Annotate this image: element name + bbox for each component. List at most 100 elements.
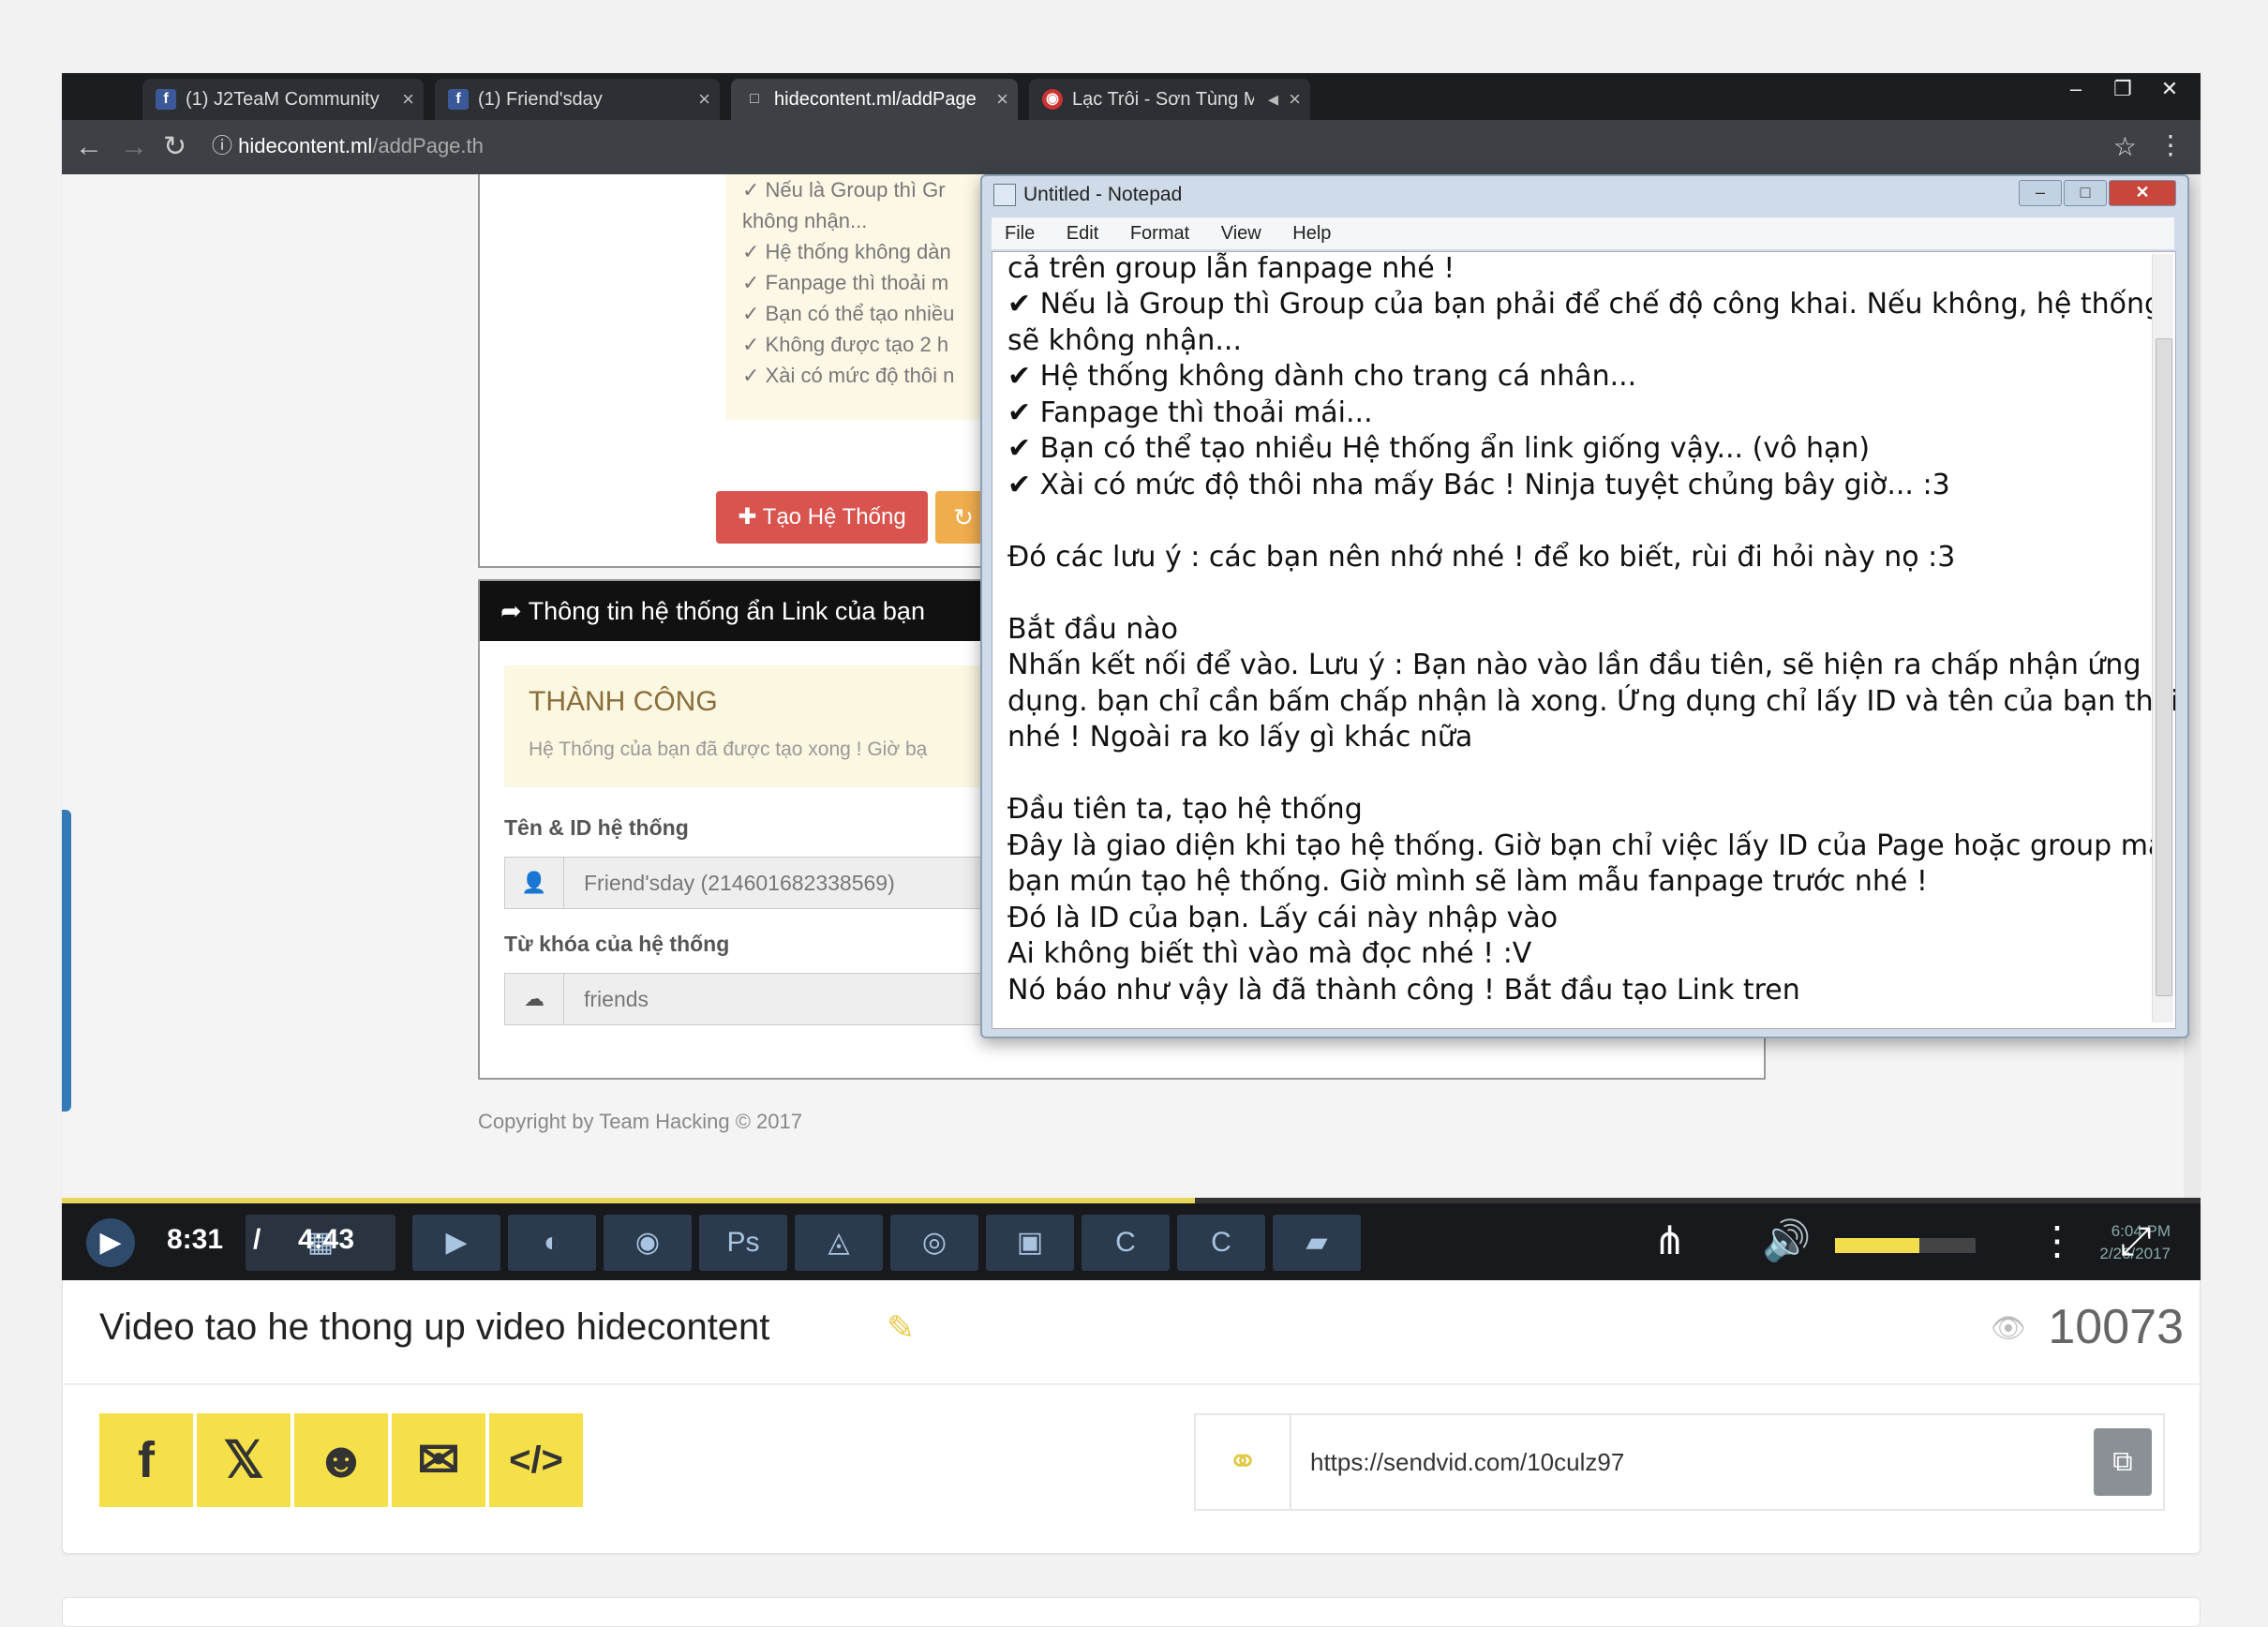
reddit-icon: ☻	[314, 1432, 368, 1488]
embed-button[interactable]: </>	[489, 1413, 583, 1507]
reload-icon[interactable]: ↻	[163, 130, 187, 164]
share-icon[interactable]: ⋔	[1653, 1217, 1686, 1265]
facebook-icon: f	[448, 89, 469, 110]
notepad-textarea[interactable]: cả trên group lẫn fanpage nhé ! ✔ Nếu là…	[992, 251, 2176, 1029]
close-icon[interactable]: ×	[996, 79, 1008, 120]
url-field[interactable]: ⓘ hidecontent.ml/addPage.th	[212, 127, 2086, 165]
info-header: Thông tin hệ thống ẩn Link của bạn	[528, 597, 925, 625]
play-icon: ▶	[99, 1227, 122, 1258]
menu-format[interactable]: Format	[1130, 223, 1189, 244]
fullscreen-icon[interactable]: ⤢	[2120, 1217, 2152, 1265]
taskbar-chrome-icon: ◉	[604, 1215, 692, 1271]
text-line: Đó các lưu ý : các bạn nên nhớ nhé ! để …	[1007, 541, 1956, 574]
browser-tab-youtube[interactable]: ◉ Lạc Trôi - Sơn Tùng M ◂ ×	[1029, 79, 1310, 120]
success-text: Hệ Thống của bạn đã được tạo xong ! Giờ …	[529, 739, 928, 760]
notepad-window: Untitled - Notepad – □ ✕ File Edit Forma…	[980, 174, 2189, 1038]
volume-slider[interactable]	[1835, 1238, 1976, 1253]
close-icon[interactable]: ×	[1289, 79, 1301, 120]
minimize-icon[interactable]: –	[2052, 75, 2099, 103]
browser-tab-friendsday[interactable]: f (1) Friend'sday ×	[435, 79, 720, 120]
text-line: ✔ Hệ thống không dành cho trang cá nhân.…	[1007, 360, 1637, 393]
taskbar-app-icon: ◬	[795, 1215, 883, 1271]
text-line: ✔ Xài có mức độ thôi nha mấy Bác ! Ninja…	[1007, 469, 1950, 501]
menu-edit[interactable]: Edit	[1067, 223, 1098, 244]
share-link-input[interactable]: https://sendvid.com/10culz97	[1310, 1415, 1624, 1509]
text-line: sẽ không nhận...	[1007, 324, 1242, 357]
next-card	[62, 1597, 2201, 1627]
plus-icon: ✚	[738, 504, 763, 530]
copy-button[interactable]: ⧉	[2094, 1428, 2152, 1496]
play-button[interactable]: ▶	[86, 1218, 135, 1267]
user-icon: 👤	[505, 858, 564, 908]
page-icon: □	[750, 91, 759, 107]
restore-icon[interactable]: ❐	[2099, 75, 2146, 103]
browser-menu-icon[interactable]: ⋮	[2157, 129, 2184, 160]
notepad-scrollbar[interactable]	[2152, 254, 2173, 1022]
copy-icon: ⧉	[2112, 1446, 2133, 1477]
share-facebook-button[interactable]: f	[99, 1413, 193, 1507]
taskbar-monitor-icon: ▣	[986, 1215, 1074, 1271]
browser-tab-hidecontent[interactable]: □ hidecontent.ml/addPage ×	[731, 79, 1018, 120]
taskbar-app-icon: ◎	[890, 1215, 978, 1271]
volume-fill	[1835, 1238, 1919, 1253]
menu-help[interactable]: Help	[1292, 223, 1331, 244]
menu-view[interactable]: View	[1221, 223, 1261, 244]
create-label: Tạo Hệ Thống	[762, 504, 906, 530]
text-line: cả trên group lẫn fanpage nhé !	[1007, 252, 1455, 285]
music-icon: ◉	[1042, 89, 1063, 110]
minimize-icon[interactable]: –	[2019, 180, 2062, 206]
link-icon: ⚭	[1196, 1415, 1291, 1509]
volume-icon[interactable]: 🔊	[1762, 1217, 1811, 1265]
player-controls: ▦ ▶ ◐ ◉ Ps ◬ ◎ ▣ C C ▰ ▶ 8:31 / 4:43 ⋔ 🔊…	[62, 1203, 2201, 1280]
url-host: hidecontent.ml	[238, 134, 373, 157]
close-icon[interactable]: ✕	[2109, 180, 2176, 206]
email-icon: ✉	[417, 1432, 460, 1488]
tab-label: hidecontent.ml/addPage	[774, 89, 977, 110]
taskbar-camtasia-icon: C	[1177, 1215, 1265, 1271]
copyright: Copyright by Team Hacking © 2017	[478, 1110, 802, 1133]
taskbar-folder-icon: ▰	[1273, 1215, 1361, 1271]
taskbar-firefox-icon: ◐	[508, 1215, 596, 1271]
bookmark-star-icon[interactable]: ☆	[2113, 131, 2137, 162]
close-icon[interactable]: ✕	[2146, 75, 2193, 103]
share-arrow-icon: ➦	[500, 597, 529, 625]
close-icon[interactable]: ×	[402, 79, 414, 120]
name-value: Friend'sday (214601682338569)	[584, 871, 895, 895]
back-icon[interactable]: ←	[75, 130, 103, 164]
taskbar-camtasia-icon: C	[1082, 1215, 1170, 1271]
tab-label: (1) Friend'sday	[478, 89, 603, 110]
text-line: nhé ! Ngoài ra ko lấy gì khác nữa	[1007, 721, 1473, 754]
eye-icon: 👁	[1990, 1313, 2026, 1344]
keyword-value: friends	[584, 987, 649, 1011]
success-title: THÀNH CÔNG	[529, 686, 718, 717]
video-player[interactable]: f (1) J2TeaM Community × f (1) Friend'sd…	[62, 73, 2201, 1280]
scroll-thumb[interactable]	[2156, 338, 2172, 996]
create-system-button[interactable]: ✚ Tạo Hệ Thống	[716, 491, 928, 544]
share-email-button[interactable]: ✉	[392, 1413, 485, 1507]
text-line: Đó là ID của bạn. Lấy cái này nhập vào	[1007, 902, 1559, 934]
maximize-icon[interactable]: □	[2064, 180, 2107, 206]
text-line: Đầu tiên ta, tạo hệ thống	[1007, 793, 1363, 826]
side-tab[interactable]	[62, 810, 71, 1112]
video-title: Video tao he thong up video hidecontent	[99, 1306, 770, 1348]
browser-tab-j2team[interactable]: f (1) J2TeaM Community ×	[142, 79, 424, 120]
share-x-button[interactable]: 𝕏	[197, 1413, 291, 1507]
menu-file[interactable]: File	[1005, 223, 1035, 244]
edit-pencil-icon[interactable]: ✎	[887, 1308, 915, 1348]
tab-label: Lạc Trôi - Sơn Tùng M	[1072, 89, 1254, 110]
close-icon[interactable]: ×	[698, 79, 710, 120]
taskbar-media-icon: ▶	[412, 1215, 500, 1271]
duration: 4:43	[298, 1224, 355, 1255]
cloud-icon: ☁	[505, 974, 564, 1024]
refresh-icon: ↻	[953, 503, 974, 531]
text-line: ✔ Nếu là Group thì Group của bạn phải để…	[1007, 288, 2163, 321]
name-label: Tên & ID hệ thống	[504, 815, 689, 840]
forward-icon[interactable]: →	[120, 130, 148, 164]
notepad-titlebar[interactable]: Untitled - Notepad – □ ✕	[982, 176, 2187, 214]
speaker-muted-icon[interactable]: ◂	[1268, 79, 1278, 120]
share-reddit-button[interactable]: ☻	[294, 1413, 388, 1507]
tab-label: (1) J2TeaM Community	[186, 89, 380, 110]
more-options-icon[interactable]: ⋮	[2037, 1217, 2077, 1265]
text-line: dụng. bạn chỉ cần bấm chấp nhận là xong.…	[1007, 685, 2176, 718]
text-line: bạn mún tạo hệ thống. Giờ mình sẽ làm mẫ…	[1007, 865, 1928, 898]
